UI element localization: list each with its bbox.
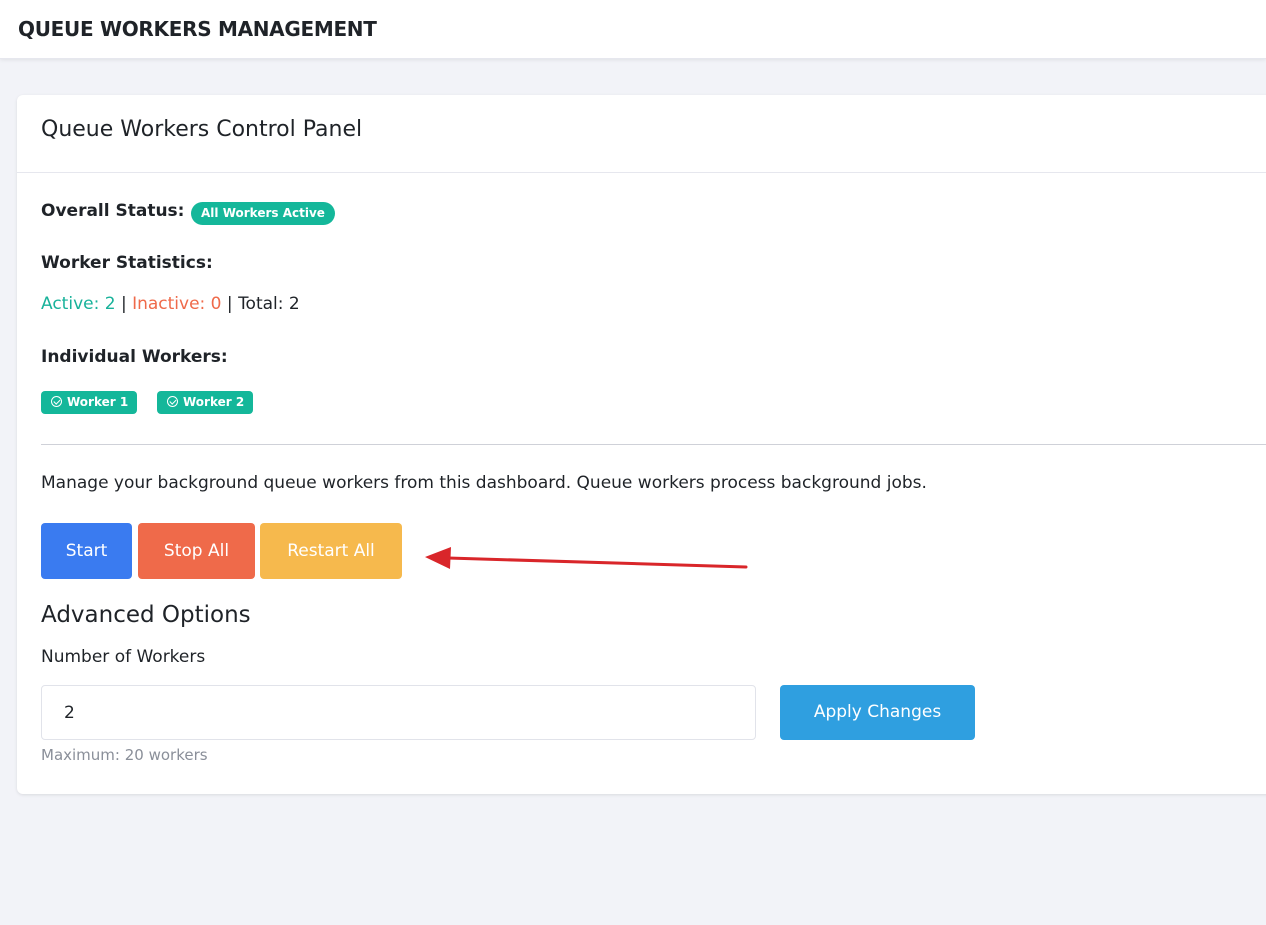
active-count: Active: 2 xyxy=(41,294,116,314)
section-divider xyxy=(41,444,1266,445)
number-of-workers-input[interactable] xyxy=(41,685,756,740)
worker-statistics-label: Worker Statistics: xyxy=(41,253,213,273)
inactive-count: Inactive: 0 xyxy=(132,294,222,314)
total-count: Total: 2 xyxy=(238,294,300,314)
stats-separator: | xyxy=(120,294,127,314)
stop-all-button[interactable]: Stop All xyxy=(138,523,255,579)
worker-badge-label: Worker 1 xyxy=(67,395,129,409)
worker-statistics: Active: 2 | Inactive: 0 | Total: 2 xyxy=(41,294,300,314)
overall-status-label: Overall Status: xyxy=(41,201,185,221)
overall-status-badge: All Workers Active xyxy=(191,202,335,225)
check-circle-icon xyxy=(51,396,62,407)
check-circle-icon xyxy=(167,396,178,407)
apply-changes-button[interactable]: Apply Changes xyxy=(780,685,975,740)
workers-help-text: Maximum: 20 workers xyxy=(41,746,208,764)
stats-separator: | xyxy=(226,294,233,314)
panel-description: Manage your background queue workers fro… xyxy=(41,473,927,493)
individual-workers-label: Individual Workers: xyxy=(41,347,228,367)
top-navbar: QUEUE WORKERS MANAGEMENT xyxy=(0,0,1266,59)
annotation-arrow-icon xyxy=(425,547,748,569)
start-button[interactable]: Start xyxy=(41,523,132,579)
restart-all-button[interactable]: Restart All xyxy=(260,523,402,579)
card-title: Queue Workers Control Panel xyxy=(41,117,363,142)
worker-badge-label: Worker 2 xyxy=(183,395,245,409)
control-panel-card: Queue Workers Control Panel Overall Stat… xyxy=(17,95,1266,794)
worker-badge: Worker 2 xyxy=(157,391,254,414)
advanced-options-heading: Advanced Options xyxy=(41,602,251,628)
card-header: Queue Workers Control Panel xyxy=(17,95,1266,173)
app-title: QUEUE WORKERS MANAGEMENT xyxy=(18,17,377,41)
number-of-workers-label: Number of Workers xyxy=(41,647,206,667)
worker-badge: Worker 1 xyxy=(41,391,138,414)
